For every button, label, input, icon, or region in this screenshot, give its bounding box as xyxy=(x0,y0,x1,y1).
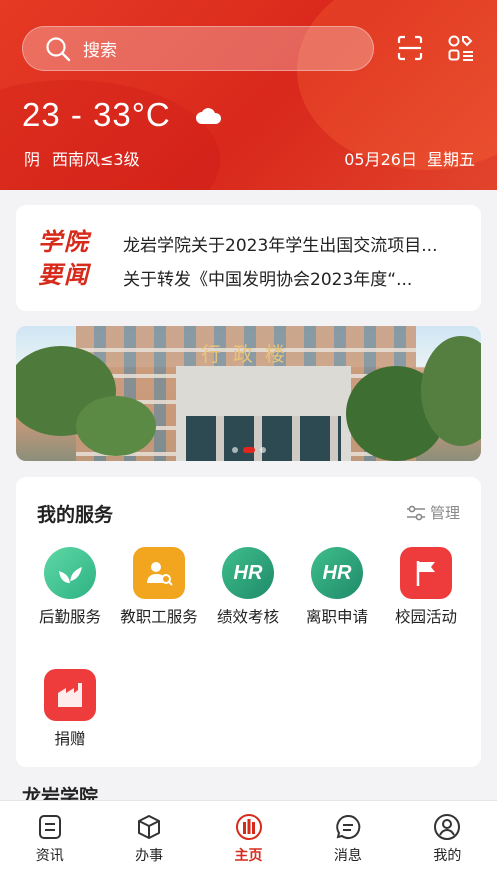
news-card: 学院 要闻 龙岩学院关于2023年学生出国交流项目... 关于转发《中国发明协会… xyxy=(16,205,481,311)
bottom-tab-bar: 资讯 办事 主页 消息 我的 xyxy=(0,800,497,883)
cube-icon xyxy=(138,815,161,839)
service-label: 后勤服务 xyxy=(38,608,101,626)
manage-button[interactable]: 管理 xyxy=(406,502,460,523)
hr-icon: HR xyxy=(311,547,363,599)
news-icon xyxy=(38,815,61,839)
hr-icon: HR xyxy=(222,547,274,599)
service-label: 教职工服务 xyxy=(120,608,198,626)
service-performance[interactable]: HR 绩效考核 xyxy=(206,547,290,628)
service-label: 离职申请 xyxy=(305,608,368,626)
services-title: 我的服务 xyxy=(37,504,114,526)
campus-banner[interactable]: 行政楼 xyxy=(16,326,481,461)
message-icon xyxy=(336,814,361,839)
tab-profile[interactable]: 我的 xyxy=(398,801,497,883)
search-placeholder: 搜索 xyxy=(83,41,117,61)
profile-icon xyxy=(434,814,461,840)
banner-sign: 行政楼 xyxy=(201,342,297,366)
weekday-text: 星期五 xyxy=(426,150,475,169)
tab-home[interactable]: 主页 xyxy=(199,801,298,883)
date-text: 05月26日 xyxy=(344,150,417,169)
date-display: 05月26日 星期五 xyxy=(344,146,475,170)
pagination-dot xyxy=(259,447,266,453)
service-label: 校园活动 xyxy=(394,608,457,626)
tab-services[interactable]: 办事 xyxy=(99,801,198,883)
service-resignation[interactable]: HR 离职申请 xyxy=(295,547,379,628)
service-staff[interactable]: 教职工服务 xyxy=(117,547,201,628)
my-services-card: 我的服务 管理 后勤服务 教职工服务 HR 绩效考核 HR 离职申请 校园活动 … xyxy=(16,477,481,767)
tab-messages[interactable]: 消息 xyxy=(298,801,397,883)
cloud-icon xyxy=(196,108,222,124)
temperature: 23 - 33°C xyxy=(22,96,171,133)
header: 搜索 23 - 33°C 阴西南风≤3级 05月26日 星期五 xyxy=(0,0,497,190)
news-item[interactable]: 龙岩学院关于2023年学生出国交流项目... xyxy=(123,231,468,256)
search-icon xyxy=(46,36,71,61)
leaf-icon xyxy=(44,547,96,599)
tab-news[interactable]: 资讯 xyxy=(0,801,99,883)
news-logo: 学院 要闻 xyxy=(38,227,90,289)
home-logo-icon xyxy=(235,814,262,840)
service-donation[interactable]: 捐赠 xyxy=(28,669,112,750)
service-logistics[interactable]: 后勤服务 xyxy=(28,547,112,628)
sliders-icon xyxy=(406,505,425,520)
pagination-dot xyxy=(231,447,238,453)
wind-text: 西南风≤3级 xyxy=(52,150,140,169)
service-label: 捐赠 xyxy=(54,730,86,748)
apps-grid-icon[interactable] xyxy=(447,34,475,62)
pagination-dot-active xyxy=(242,447,255,453)
banner-pagination xyxy=(16,447,481,453)
staff-search-icon xyxy=(133,547,185,599)
search-bar[interactable]: 搜索 xyxy=(22,26,374,71)
weather-text: 阴 xyxy=(24,150,41,169)
service-label: 绩效考核 xyxy=(216,608,279,626)
factory-icon xyxy=(44,669,96,721)
flag-icon xyxy=(400,547,452,599)
scan-icon[interactable] xyxy=(396,34,424,62)
news-item[interactable]: 关于转发《中国发明协会2023年度“... xyxy=(123,265,468,290)
service-campus-activities[interactable]: 校园活动 xyxy=(384,547,468,628)
weather-conditions: 阴西南风≤3级 xyxy=(24,146,140,170)
